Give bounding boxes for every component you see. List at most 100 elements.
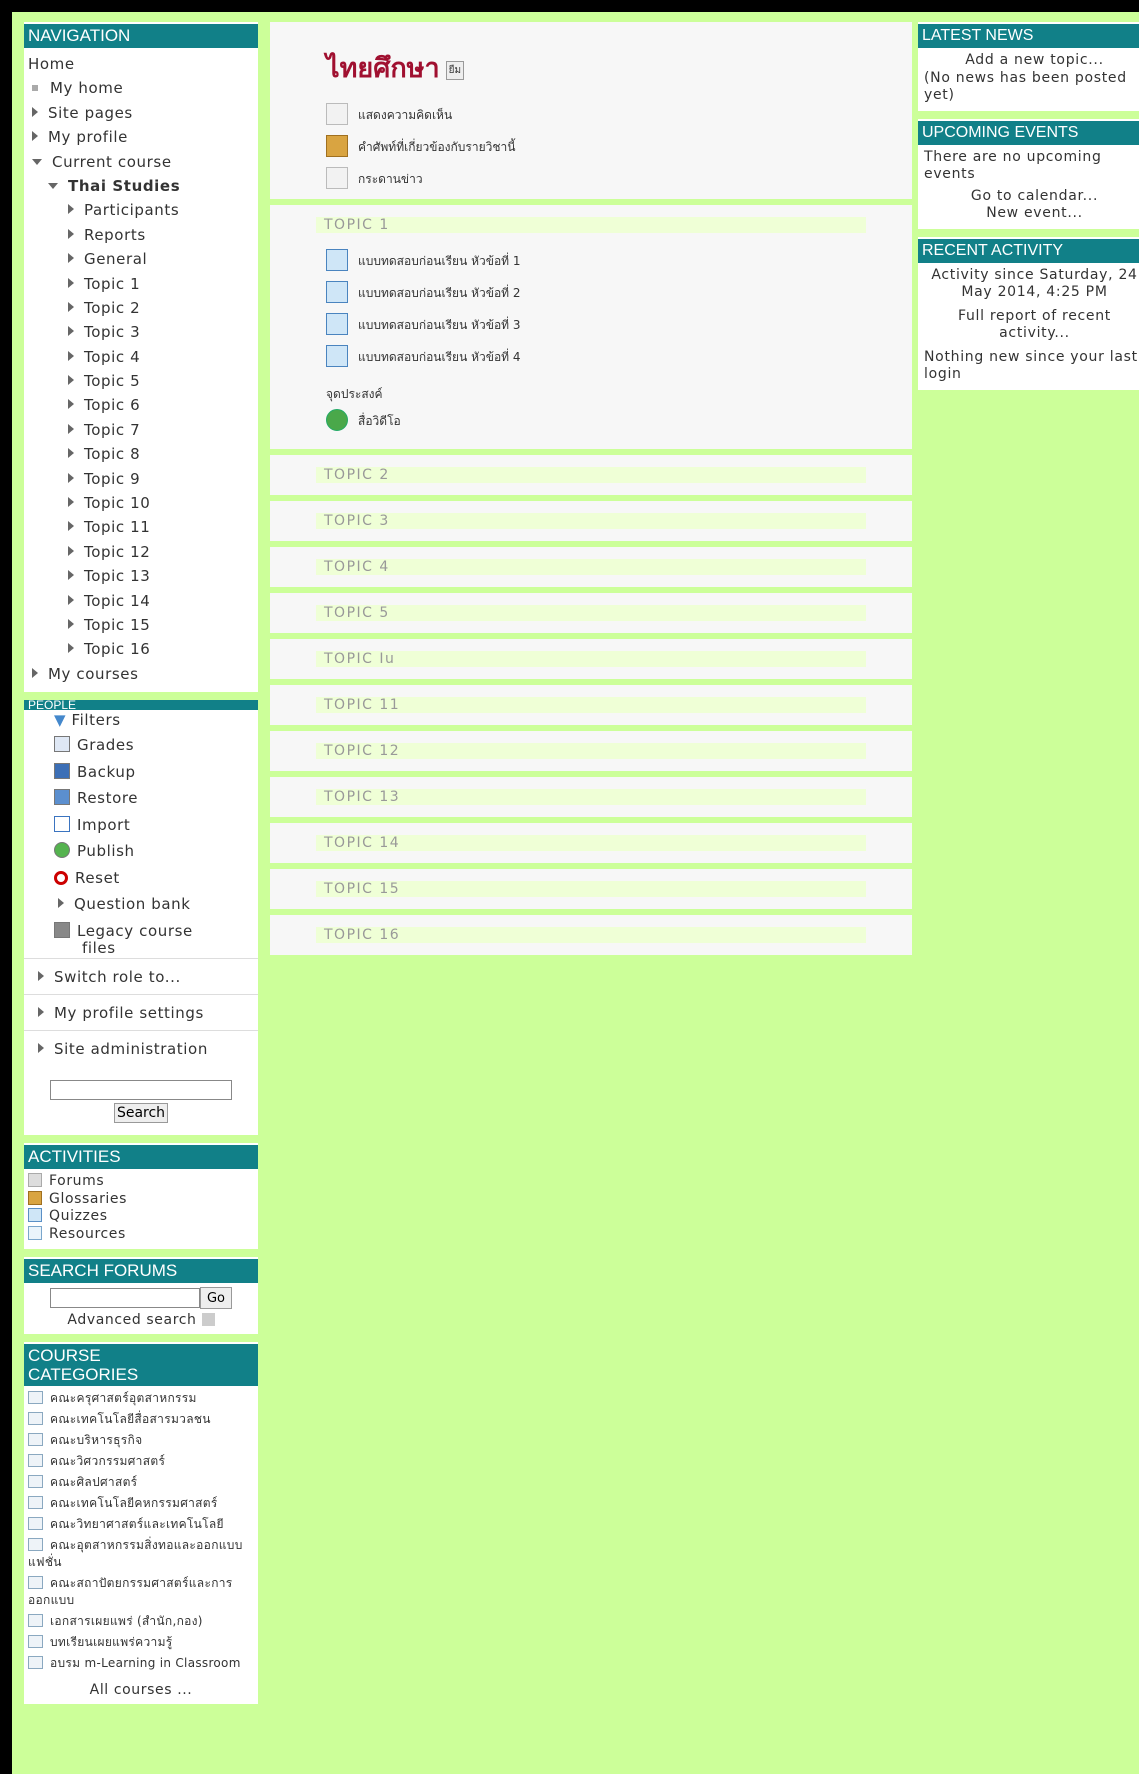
nav-course-item[interactable]: General — [24, 247, 258, 271]
expand-icon[interactable] — [68, 277, 74, 288]
nav-current-course[interactable]: Current course — [24, 150, 258, 174]
expand-icon[interactable] — [68, 228, 74, 239]
full-report-link[interactable]: Full report of recent activity... — [918, 308, 1139, 343]
category-link[interactable]: คณะเทคโนโลยีคหกรรมศาสตร์ — [28, 1495, 254, 1512]
all-courses-link[interactable]: All courses ... — [24, 1682, 258, 1698]
nav-course-item[interactable]: Topic 7 — [24, 418, 258, 442]
new-event-link[interactable]: New event... — [918, 205, 1139, 223]
quiz-link[interactable]: แบบทดสอบก่อนเรียน หัวข้อที่ 3 — [316, 309, 866, 341]
admin-search-input[interactable] — [50, 1080, 232, 1101]
add-topic-link[interactable]: Add a new topic... — [918, 52, 1139, 70]
activity-link[interactable]: กระดานข่าว — [316, 163, 866, 195]
search-forums-input[interactable] — [49, 1288, 200, 1309]
edit-title-button[interactable]: ยืม — [445, 61, 465, 80]
category-link[interactable]: คณะบริหารธุรกิจ — [28, 1432, 254, 1449]
admin-grades[interactable]: Grades — [54, 732, 258, 759]
expand-icon[interactable] — [68, 326, 74, 337]
nav-course-item[interactable]: Topic 6 — [24, 393, 258, 417]
nav-course-item[interactable]: Topic 11 — [24, 515, 258, 539]
expand-icon[interactable] — [68, 570, 74, 581]
category-link[interactable]: คณะครุศาสตร์อุตสาหกรรม — [28, 1390, 254, 1407]
collapse-icon[interactable] — [48, 182, 58, 189]
expand-icon[interactable] — [68, 448, 74, 459]
quiz-link[interactable]: แบบทดสอบก่อนเรียน หัวข้อที่ 2 — [316, 277, 866, 309]
nav-home[interactable]: Home — [24, 52, 258, 76]
category-link[interactable]: คณะศิลปศาสตร์ — [28, 1474, 254, 1491]
expand-icon[interactable] — [68, 253, 74, 264]
nav-course-item[interactable]: Topic 2 — [24, 296, 258, 320]
nav-course-item[interactable]: Topic 12 — [24, 540, 258, 564]
search-forums-go-button[interactable]: Go — [199, 1287, 233, 1310]
nav-course-item[interactable]: Topic 8 — [24, 442, 258, 466]
expand-icon[interactable] — [68, 618, 74, 629]
nav-course-item[interactable]: Topic 13 — [24, 564, 258, 588]
nav-course-item[interactable]: Topic 4 — [24, 345, 258, 369]
nav-my-profile[interactable]: My profile — [24, 125, 258, 149]
expand-icon[interactable] — [38, 970, 44, 981]
quiz-link[interactable]: แบบทดสอบก่อนเรียน หัวข้อที่ 4 — [316, 341, 866, 373]
expand-icon[interactable] — [38, 1006, 44, 1017]
activity-link[interactable]: คำศัพท์ที่เกี่ยวข้องกับรายวิชานี้ — [316, 131, 866, 163]
expand-icon[interactable] — [68, 204, 74, 215]
category-link[interactable]: คณะอุตสาหกรรมสิ่งทอและออกแบบแฟชั่น — [28, 1537, 254, 1571]
category-link[interactable]: คณะสถาปัตยกรรมศาสตร์และการออกแบบ — [28, 1575, 254, 1609]
category-link[interactable]: อบรม m-Learning in Classroom — [28, 1655, 254, 1672]
nav-course-item[interactable]: Topic 16 — [24, 637, 258, 661]
help-icon[interactable] — [201, 1313, 215, 1327]
nav-course-item[interactable]: Reports — [24, 223, 258, 247]
admin-search-button[interactable]: Search — [113, 1103, 169, 1124]
nav-course-item[interactable]: Topic 14 — [24, 589, 258, 613]
expand-icon[interactable] — [68, 399, 74, 410]
nav-course-item[interactable]: Topic 1 — [24, 272, 258, 296]
expand-icon[interactable] — [68, 301, 74, 312]
admin-question-bank[interactable]: Question bank — [54, 891, 258, 918]
admin-backup[interactable]: Backup — [54, 759, 258, 786]
quiz-link[interactable]: แบบทดสอบก่อนเรียน หัวข้อที่ 1 — [316, 245, 866, 277]
activity-resources[interactable]: Resources — [28, 1225, 254, 1244]
expand-icon[interactable] — [68, 472, 74, 483]
expand-icon[interactable] — [68, 594, 74, 605]
expand-icon[interactable] — [68, 643, 74, 654]
admin-reset[interactable]: Reset — [54, 865, 258, 892]
expand-icon[interactable] — [38, 1042, 44, 1053]
advanced-search-link[interactable]: Advanced search — [24, 1312, 258, 1328]
collapse-icon[interactable] — [32, 158, 42, 165]
category-link[interactable]: คณะเทคโนโลยีสื่อสารมวลชน — [28, 1411, 254, 1428]
switch-role-link[interactable]: Switch role to... — [24, 957, 258, 994]
nav-course-thai-studies[interactable]: Thai Studies — [24, 174, 258, 198]
category-link[interactable]: บทเรียนเผยแพร่ความรู้ — [28, 1634, 254, 1651]
expand-icon[interactable] — [32, 667, 38, 678]
category-link[interactable]: คณะวิทยาศาสตร์และเทคโนโลยี — [28, 1516, 254, 1533]
nav-course-item[interactable]: Topic 15 — [24, 613, 258, 637]
expand-icon[interactable] — [32, 106, 38, 117]
activity-glossaries[interactable]: Glossaries — [28, 1190, 254, 1209]
nav-course-item[interactable]: Topic 10 — [24, 491, 258, 515]
nav-course-item[interactable]: Topic 9 — [24, 467, 258, 491]
expand-icon[interactable] — [68, 497, 74, 508]
admin-legacy-files[interactable]: Legacy course files — [54, 918, 258, 958]
nav-site-pages[interactable]: Site pages — [24, 101, 258, 125]
calendar-link[interactable]: Go to calendar... — [918, 188, 1139, 206]
expand-icon[interactable] — [68, 545, 74, 556]
category-link[interactable]: เอกสารเผยแพร่ (สำนัก,กอง) — [28, 1613, 254, 1630]
expand-icon[interactable] — [68, 423, 74, 434]
my-profile-settings-link[interactable]: My profile settings — [24, 993, 258, 1030]
nav-course-item[interactable]: Participants — [24, 198, 258, 222]
admin-import[interactable]: Import — [54, 812, 258, 839]
expand-icon[interactable] — [58, 898, 64, 909]
expand-icon[interactable] — [68, 375, 74, 386]
nav-course-item[interactable]: Topic 5 — [24, 369, 258, 393]
video-link[interactable]: สื่อวิดีโอ — [316, 405, 866, 437]
expand-icon[interactable] — [68, 350, 74, 361]
expand-icon[interactable] — [68, 521, 74, 532]
nav-my-courses[interactable]: My courses — [24, 662, 258, 686]
nav-my-home[interactable]: My home — [24, 76, 258, 100]
expand-icon[interactable] — [32, 131, 38, 142]
category-link[interactable]: คณะวิศวกรรมศาสตร์ — [28, 1453, 254, 1470]
activity-link[interactable]: แสดงความคิดเห็น — [316, 99, 866, 131]
admin-publish[interactable]: Publish — [54, 838, 258, 865]
nav-course-item[interactable]: Topic 3 — [24, 320, 258, 344]
activity-quizzes[interactable]: Quizzes — [28, 1208, 254, 1226]
filters-link[interactable]: ▼ Filters — [24, 708, 258, 732]
admin-restore[interactable]: Restore — [54, 785, 258, 812]
